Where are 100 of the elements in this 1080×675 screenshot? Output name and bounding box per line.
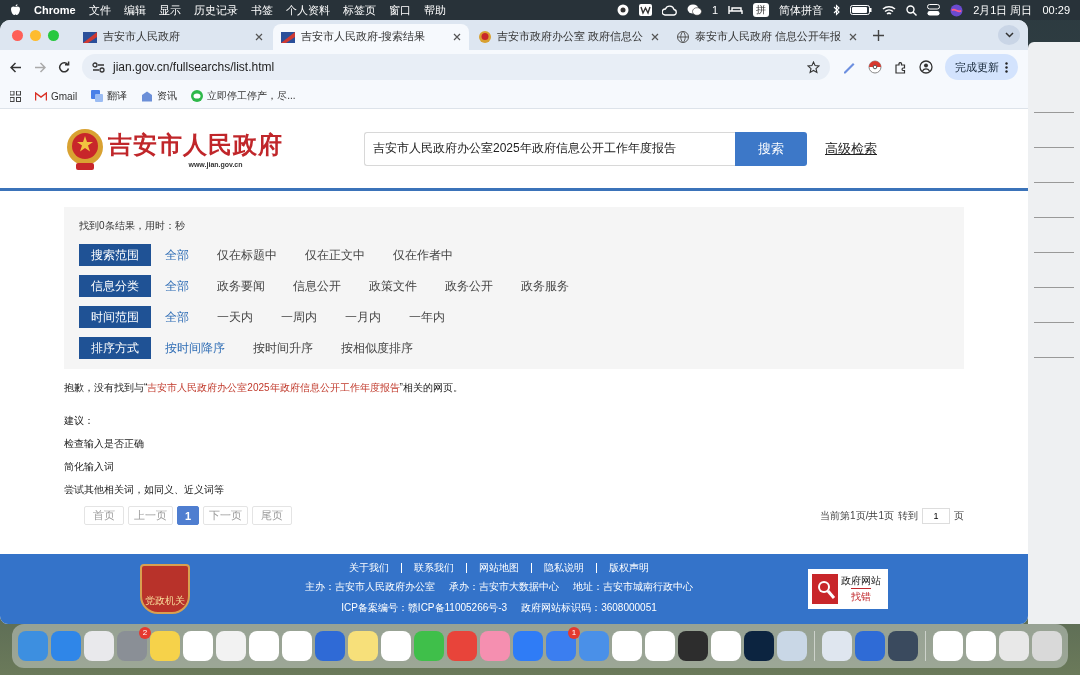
- filter-option[interactable]: 全部: [165, 277, 189, 295]
- minimize-window-button[interactable]: [30, 29, 41, 41]
- menu-item[interactable]: 历史记录: [193, 2, 238, 18]
- bookmark[interactable]: 资讯: [141, 89, 178, 103]
- search-field[interactable]: 吉安市人民政府办公室2025年政府信息公开工作年度报告: [364, 131, 735, 166]
- filter-option[interactable]: 政务公开: [445, 277, 493, 295]
- browser-tab[interactable]: 吉安市人民政府: [75, 24, 271, 50]
- back-icon[interactable]: [10, 61, 22, 73]
- filter-option[interactable]: 按相似度排序: [341, 339, 413, 357]
- menu-item[interactable]: 窗口: [388, 2, 411, 18]
- close-icon[interactable]: [849, 33, 857, 41]
- filter-option[interactable]: 政务要闻: [217, 277, 265, 295]
- filter-option[interactable]: 政务服务: [521, 277, 569, 295]
- browser-tab[interactable]: 吉安市政府办公室 政府信息公: [471, 24, 667, 50]
- menu-item[interactable]: 个人资料: [285, 2, 330, 18]
- menu-item[interactable]: 书签: [250, 2, 273, 18]
- new-tab-icon[interactable]: [873, 29, 884, 41]
- error-report-badge[interactable]: 政府网站 找错: [808, 569, 888, 609]
- close-icon[interactable]: [255, 33, 263, 41]
- suggestion-text: 简化输入词: [64, 460, 115, 474]
- siri-icon[interactable]: [950, 3, 964, 17]
- cloud-icon[interactable]: [662, 4, 678, 16]
- filter-option[interactable]: 一年内: [409, 308, 445, 326]
- filter-option[interactable]: 全部: [165, 308, 189, 326]
- filter-option[interactable]: 信息公开: [293, 277, 341, 295]
- filter-option[interactable]: 仅在作者中: [393, 246, 453, 264]
- w-logo-icon[interactable]: [639, 4, 653, 16]
- page-status: 当前第1页/共1页: [820, 508, 894, 523]
- filter-option[interactable]: 一周内: [281, 308, 317, 326]
- filter-option[interactable]: 按时间升序: [253, 339, 313, 357]
- menu-item[interactable]: 标签页: [342, 2, 376, 18]
- site-settings-icon[interactable]: [92, 61, 105, 73]
- party-badge[interactable]: 党政机关: [140, 564, 190, 614]
- puzzle-icon[interactable]: [894, 60, 907, 74]
- page-number-field[interactable]: 1: [922, 507, 950, 524]
- page-button[interactable]: 1: [177, 506, 199, 525]
- filter-label: 排序方式: [79, 337, 151, 359]
- app-icon[interactable]: [888, 631, 918, 661]
- input-method-key[interactable]: 拼: [753, 3, 770, 17]
- search-icon[interactable]: [906, 4, 918, 16]
- bookmark[interactable]: Gmail: [35, 90, 78, 102]
- forward-icon[interactable]: [34, 61, 46, 73]
- menu-item[interactable]: 显示: [158, 2, 181, 18]
- apple-icon[interactable]: [10, 4, 21, 16]
- filter-option[interactable]: 一月内: [345, 308, 381, 326]
- app-icon[interactable]: [678, 631, 708, 661]
- input-method-label[interactable]: 简体拼音: [779, 2, 824, 18]
- bluetooth-icon[interactable]: [833, 4, 841, 16]
- bed-icon[interactable]: [728, 5, 744, 15]
- filter-option[interactable]: 仅在标题中: [217, 246, 277, 264]
- menu-item[interactable]: 编辑: [123, 2, 146, 18]
- menu-item[interactable]: 文件: [88, 2, 111, 18]
- notification-badge: 1: [568, 627, 580, 639]
- close-icon[interactable]: [651, 33, 659, 41]
- chat-icon[interactable]: [687, 4, 703, 16]
- more-icon: [1005, 61, 1008, 73]
- footer-link[interactable]: 隐私说明: [531, 563, 596, 573]
- battery-icon[interactable]: [850, 5, 873, 15]
- filter-label: 时间范围: [79, 306, 151, 328]
- browser-tab[interactable]: 吉安市人民政府-搜索结果: [273, 24, 469, 50]
- apps-grid-icon[interactable]: [10, 90, 21, 102]
- menu-item[interactable]: 帮助: [423, 2, 446, 18]
- profile-icon[interactable]: [919, 60, 933, 74]
- result-summary: 找到0条结果，用时：秒: [79, 219, 186, 233]
- control-center-icon[interactable]: [927, 4, 941, 16]
- ball-icon[interactable]: [868, 60, 882, 74]
- update-button[interactable]: 完成更新: [945, 54, 1018, 80]
- footer-link[interactable]: 版权声明: [596, 563, 661, 573]
- chat-icon: [191, 90, 204, 102]
- tab-search-button[interactable]: [998, 25, 1020, 45]
- filter-option[interactable]: 按时间降序: [165, 339, 225, 357]
- address-bar[interactable]: jian.gov.cn/fullsearchs/list.html: [82, 54, 830, 80]
- record-icon[interactable]: [617, 4, 630, 16]
- bookmark[interactable]: 翻译: [91, 89, 128, 103]
- search-button[interactable]: 搜索: [735, 131, 807, 166]
- footer-link[interactable]: 网站地图: [466, 563, 531, 573]
- reload-icon[interactable]: [58, 61, 70, 73]
- filter-label: 搜索范围: [79, 244, 151, 266]
- menubar-date[interactable]: 2月1日 周日: [973, 2, 1033, 18]
- bookmark[interactable]: 立即停工停产，尽...: [191, 89, 296, 103]
- advanced-search-link[interactable]: 高级检索: [825, 139, 877, 158]
- star-icon[interactable]: [807, 60, 820, 74]
- filter-option[interactable]: 全部: [165, 246, 189, 264]
- pen-icon[interactable]: [842, 60, 856, 74]
- footer-link[interactable]: 联系我们: [401, 563, 466, 573]
- close-icon[interactable]: [453, 33, 461, 41]
- filter-option[interactable]: 一天内: [217, 308, 253, 326]
- filter-option[interactable]: 政策文件: [369, 277, 417, 295]
- browser-tab[interactable]: 泰安市人民政府 信息公开年报: [669, 24, 865, 50]
- footer-info: 地址：吉安市城南行政中心: [573, 580, 693, 594]
- filter-option[interactable]: 仅在正文中: [305, 246, 365, 264]
- menu-title[interactable]: Chrome: [34, 4, 76, 16]
- app-icon[interactable]: [744, 631, 774, 661]
- wifi-icon[interactable]: [882, 4, 897, 16]
- footer-link[interactable]: 关于我们: [337, 563, 401, 573]
- url-text: jian.gov.cn/fullsearchs/list.html: [113, 60, 276, 74]
- menubar-time[interactable]: 00:29: [1042, 4, 1070, 16]
- close-window-button[interactable]: [12, 29, 23, 41]
- footer-info: 承办：吉安市大数据中心: [449, 580, 559, 594]
- zoom-window-button[interactable]: [48, 29, 59, 41]
